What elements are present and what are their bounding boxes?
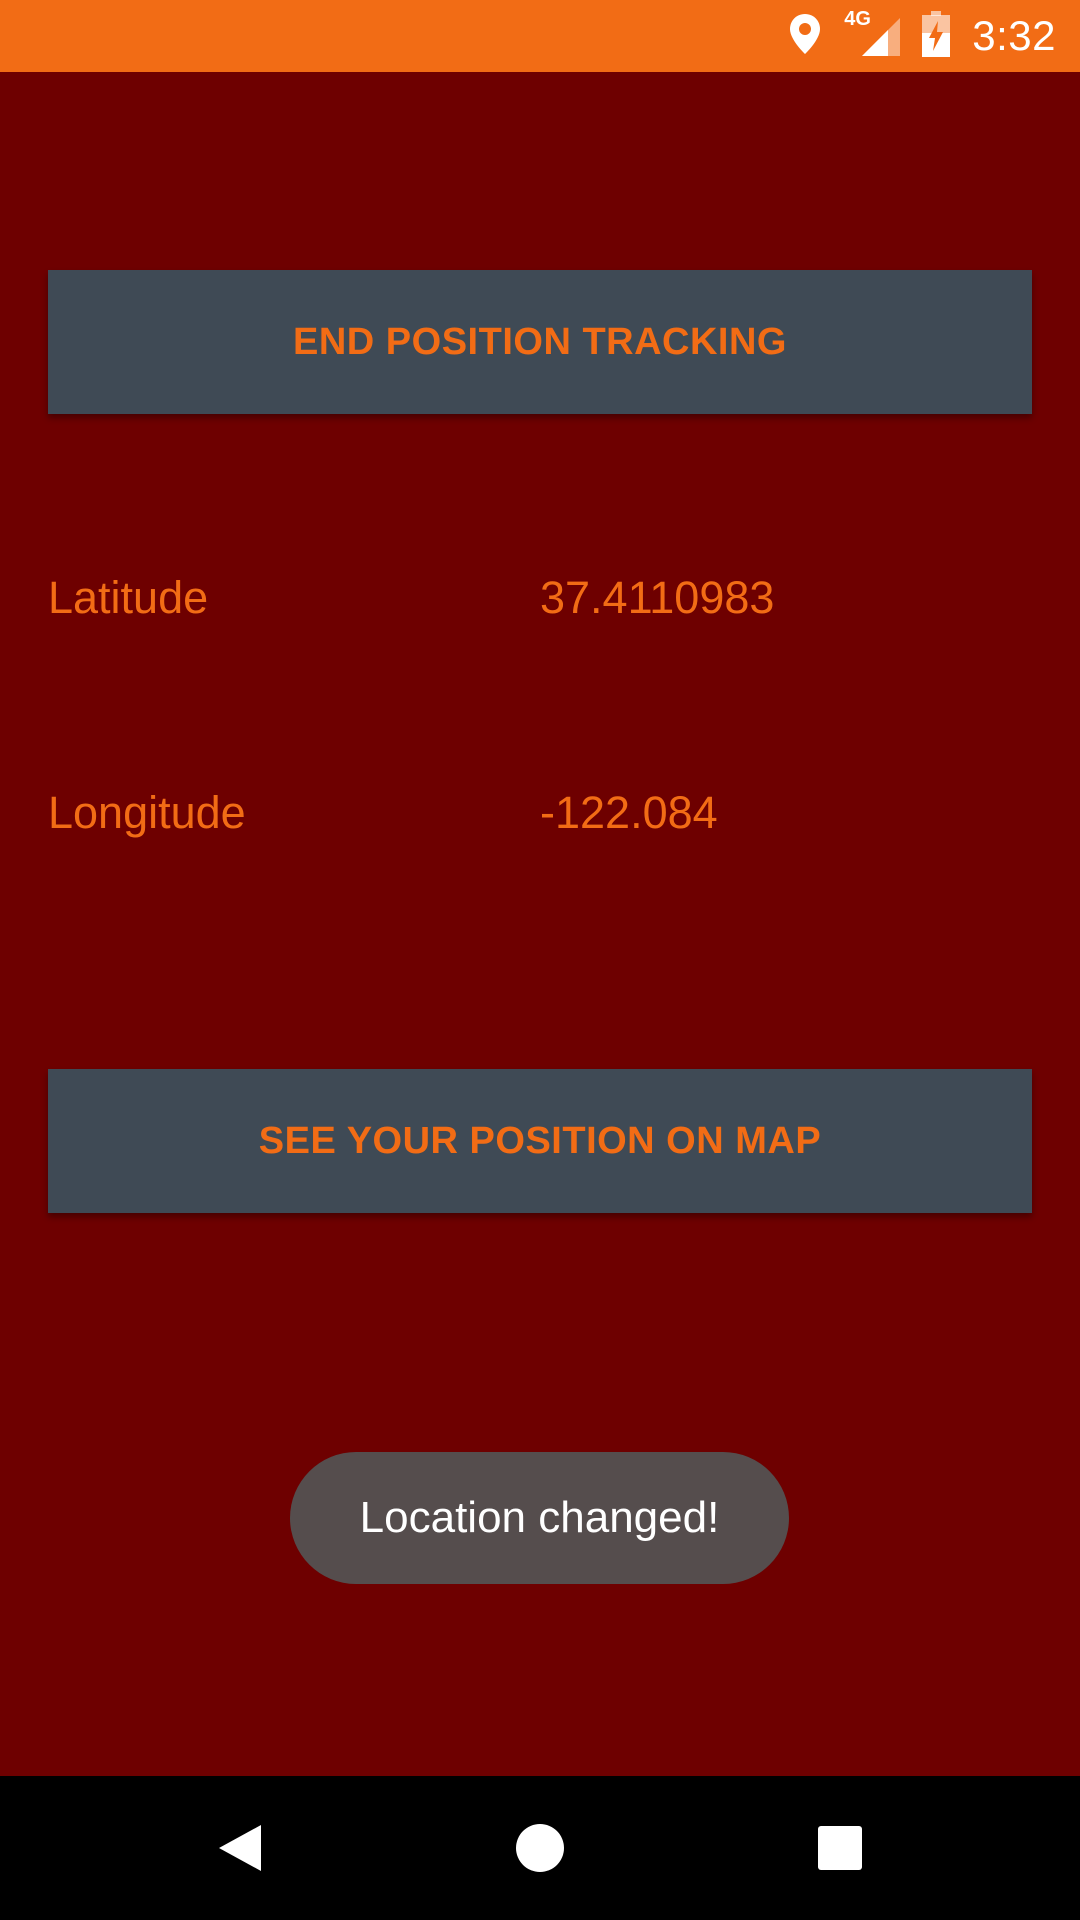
back-icon[interactable] bbox=[200, 1776, 280, 1920]
home-icon[interactable] bbox=[500, 1776, 580, 1920]
recents-icon[interactable] bbox=[800, 1776, 880, 1920]
end-position-tracking-button[interactable]: END POSITION TRACKING bbox=[48, 270, 1032, 414]
see-position-on-map-button[interactable]: SEE YOUR POSITION ON MAP bbox=[48, 1069, 1032, 1213]
location-pin-icon bbox=[788, 12, 822, 61]
toast-message: Location changed! bbox=[290, 1452, 789, 1584]
status-icons: 4G 3:32 bbox=[788, 0, 1056, 72]
status-time: 3:32 bbox=[972, 12, 1056, 59]
signal-icon: 4G bbox=[844, 8, 901, 60]
battery-charging-icon bbox=[922, 10, 951, 62]
navigation-bar bbox=[0, 1776, 1080, 1920]
latitude-label: Latitude bbox=[48, 572, 209, 623]
longitude-value: -122.084 bbox=[540, 787, 718, 838]
latitude-value: 37.4110983 bbox=[540, 572, 775, 623]
longitude-label: Longitude bbox=[48, 787, 246, 838]
app-screen: 4G 3:32 END POSITION TRACKING Latitude 3… bbox=[0, 0, 1080, 1920]
status-bar: 4G 3:32 bbox=[0, 0, 1080, 72]
